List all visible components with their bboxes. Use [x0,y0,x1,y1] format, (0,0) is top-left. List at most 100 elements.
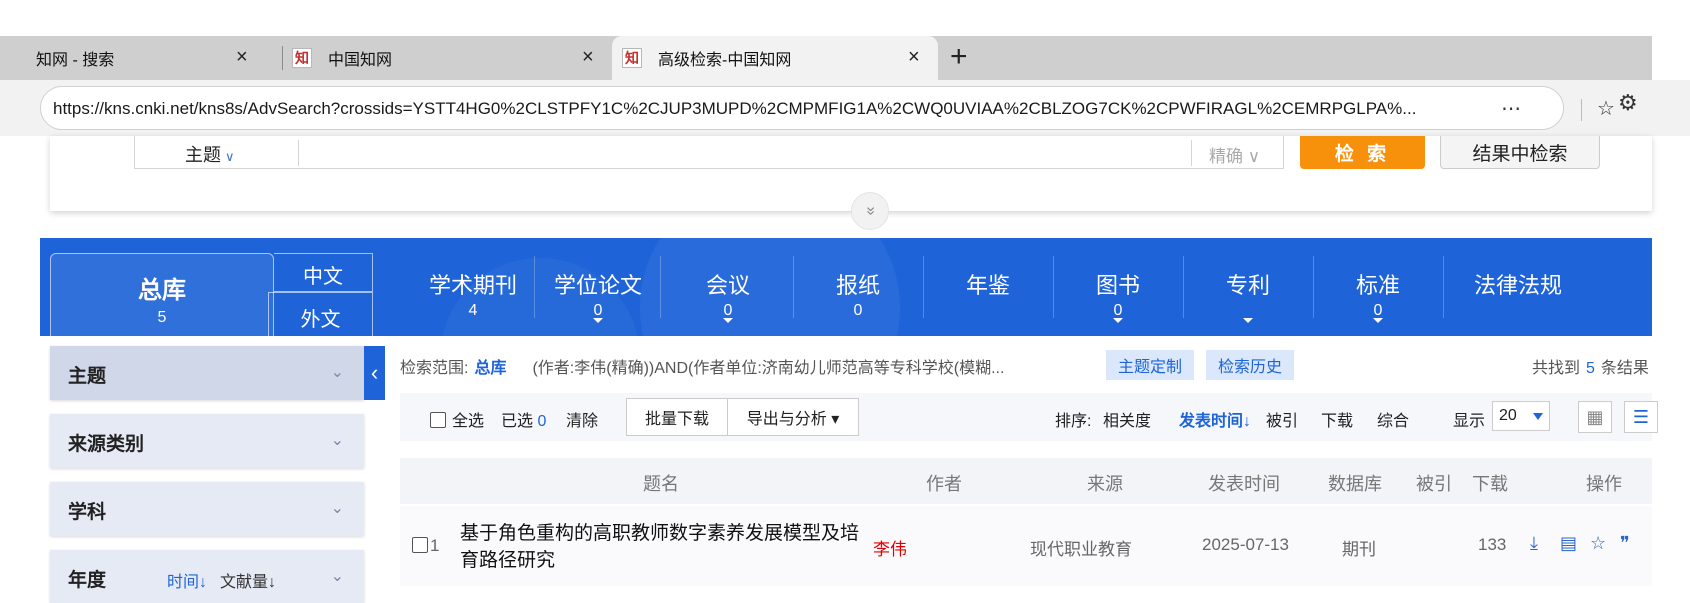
row-select[interactable]: 1 [412,536,439,556]
favorite-icon[interactable]: ☆ [1590,533,1606,554]
db-tab-name: 学术期刊 [428,273,517,298]
db-tab-name: 报纸 [835,273,880,298]
chevron-down-icon: ⌄ [330,432,344,449]
db-tab-name: 标准 [1355,273,1400,298]
sort-cited[interactable]: 被引 [1266,407,1298,431]
expand-icon[interactable]: » [851,192,889,230]
caret-down-icon [1533,413,1543,420]
tab-separator [282,46,283,70]
db-tab-all[interactable]: 总库 5 [50,253,274,336]
db-tab-books[interactable]: 图书 0 [1053,238,1183,336]
result-title-link[interactable]: 基于角色重构的高职教师数字素养发展模型及培育路径研究 [460,520,870,574]
sort-label: 排序: [1055,413,1092,430]
sort-overall[interactable]: 综合 [1377,407,1409,431]
lang-tab-chinese[interactable]: 中文 [274,253,373,292]
db-tab-name: 年鉴 [965,273,1010,298]
facet-sort-count[interactable]: 文献量↓ [220,568,276,592]
db-tab-dissertations[interactable]: 学位论文 0 [533,238,663,336]
sort-downloads[interactable]: 下载 [1321,407,1353,431]
display-label: 显示 [1453,413,1486,430]
export-analysis-button[interactable]: 导出与分析 ▾ [727,398,859,436]
result-author-link[interactable]: 李伟 [873,535,907,560]
chevron-down-icon: ∨ [225,149,235,164]
facet-sort-time[interactable]: 时间↓ [167,568,207,592]
result-db: 期刊 [1342,540,1376,559]
header-title: 题名 [643,474,679,494]
match-mode-select[interactable]: 精确 ∨ [1209,142,1260,167]
header-source: 来源 [1087,474,1123,494]
chevron-down-icon: ⌄ [330,500,344,517]
download-icon[interactable]: ⤓ [1530,533,1538,554]
close-icon[interactable]: × [908,46,920,69]
chevron-down-icon: ⌄ [330,568,344,585]
db-tab-name: 图书 [1095,273,1140,298]
favorite-icon[interactable]: ☆ [1597,96,1615,121]
new-tab-button[interactable]: + [950,42,968,72]
facet-topic[interactable]: 主题 ⌄ [50,346,364,400]
header-downloads: 下载 [1472,474,1508,494]
db-tab-name: 专利 [1225,273,1270,298]
collapse-sidebar-button[interactable]: ‹ [364,346,385,400]
page-size-value: 20 [1499,407,1517,424]
db-tab-patents[interactable]: 专利 [1183,238,1313,336]
search-history-button[interactable]: 检索历史 [1206,350,1295,380]
more-icon[interactable]: ⋯ [1501,96,1521,121]
select-all-checkbox[interactable]: 全选 [430,407,484,431]
db-tab-laws[interactable]: 法律法规 [1443,238,1593,336]
scope-label: 检索范围: [400,360,469,377]
html-read-icon[interactable]: ▤ [1560,533,1577,554]
selected-count: 0 [537,413,547,430]
search-button[interactable]: 检 索 [1300,136,1425,169]
clear-button[interactable]: 清除 [566,407,598,431]
facet-title: 主题 [68,366,107,387]
refine-search-button[interactable]: 结果中检索 [1440,136,1600,169]
checkbox[interactable] [430,412,446,428]
facet-title: 学科 [68,502,107,523]
grid-view-icon[interactable]: ▦ [1578,401,1612,433]
db-tab-conferences[interactable]: 会议 0 [663,238,793,336]
address-bar: https://kns.cnki.net/kns8s/AdvSearch?cro… [0,80,1690,136]
caret-down-icon [593,318,603,323]
results-table-header: 题名 作者 来源 发表时间 数据库 被引 下载 操作 [400,458,1652,504]
result-source-link[interactable]: 现代职业教育 [1030,535,1132,560]
sort-date[interactable]: 发表时间↓ [1179,407,1251,431]
list-view-icon[interactable]: ☰ [1624,401,1658,433]
search-input[interactable]: 主题 ∨ 精确 ∨ [134,136,1284,169]
field-type-select[interactable]: 主题 ∨ [185,141,235,167]
db-tab-name: 法律法规 [1473,273,1562,298]
facet-subject[interactable]: 学科 ⌄ [50,482,364,536]
batch-download-button[interactable]: 批量下载 [626,398,728,436]
url-text: https://kns.cnki.net/kns8s/AdvSearch?cro… [53,99,1417,118]
theme-customize-button[interactable]: 主题定制 [1106,350,1195,380]
db-tab-newspapers[interactable]: 报纸 0 [793,238,923,336]
database-nav: 总库 5 中文 外文 学术期刊 4 学位论文 0 会议 0 报纸 0 年鉴 图书… [40,238,1652,336]
url-field[interactable]: https://kns.cnki.net/kns8s/AdvSearch?cro… [40,86,1615,130]
found-prefix: 共找到 [1532,360,1581,377]
browser-tab-advsearch[interactable]: 知 高级检索-中国知网 × [612,36,938,80]
db-tab-name: 学位论文 [553,273,642,298]
tab-label: 高级检索-中国知网 [658,52,792,69]
facet-year[interactable]: 年度 时间↓ 文献量↓ ⌄ [50,550,364,603]
db-tab-journals[interactable]: 学术期刊 4 [408,238,538,336]
scope-query: (作者:李伟(精确))AND(作者单位:济南幼儿师范高等专科学校(模糊... [532,360,1005,377]
selected-label: 已选 [501,413,534,430]
db-tab-yearbooks[interactable]: 年鉴 [923,238,1053,336]
search-panel: 主题 ∨ 精确 ∨ 检 索 结果中检索 » [50,136,1652,230]
db-tab-standards[interactable]: 标准 0 [1313,238,1443,336]
selected-info: 已选 0 [501,407,546,431]
close-icon[interactable]: × [236,46,248,69]
result-downloads[interactable]: 133 [1478,535,1506,555]
sort-relevance[interactable]: 相关度 [1103,407,1151,431]
checkbox[interactable] [412,537,428,553]
browser-tab-cnki[interactable]: 知 中国知网 × [292,36,602,80]
extensions-icon[interactable]: ⚙ [1618,90,1638,116]
facet-title: 年度 [68,570,107,591]
close-icon[interactable]: × [582,46,594,69]
lang-tab-foreign[interactable]: 外文 [268,292,373,336]
browser-tab-search[interactable]: 知网 - 搜索 × [0,36,268,80]
quote-icon[interactable]: ❞ [1620,533,1630,554]
select-all-label: 全选 [452,413,485,430]
page-size-select[interactable]: 20 [1492,401,1550,431]
header-date: 发表时间 [1208,474,1280,494]
facet-source-type[interactable]: 来源类别 ⌄ [50,414,364,468]
